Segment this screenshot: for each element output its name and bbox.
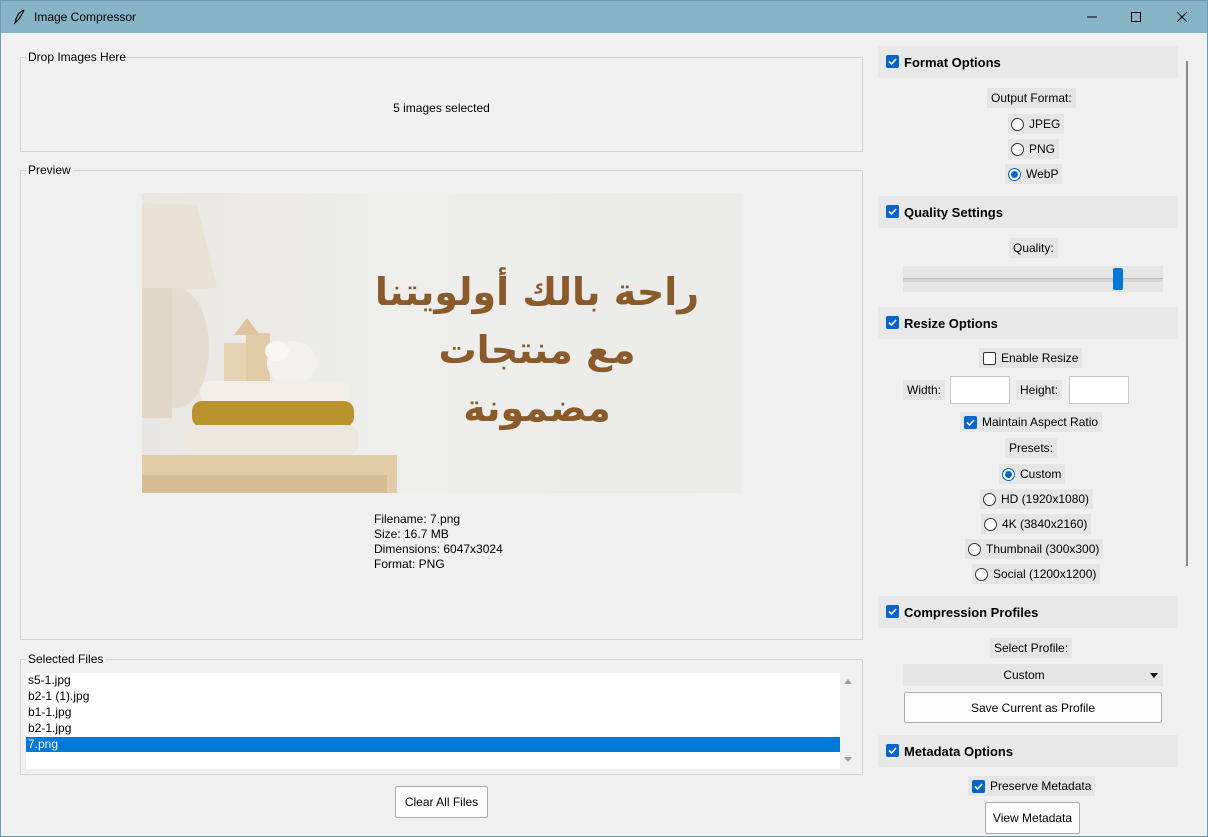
scroll-down-icon[interactable] [844, 757, 852, 762]
compression-profiles-header[interactable]: Compression Profiles [878, 596, 1178, 628]
enable-resize-checkbox[interactable]: Enable Resize [979, 348, 1083, 368]
view-metadata-button[interactable]: View Metadata [985, 802, 1080, 834]
close-button[interactable] [1159, 1, 1205, 33]
preview-image-text: راحة بالك أولويتنا مع منتجات مضمونة [372, 263, 702, 437]
preset-thumbnail-label: Thumbnail (300x300) [986, 542, 1100, 556]
select-profile-label: Select Profile: [990, 638, 1073, 658]
maximize-icon [1131, 12, 1141, 22]
quality-settings-title: Quality Settings [904, 205, 1003, 220]
radio-png-label: PNG [1029, 142, 1056, 156]
quality-slider-thumb[interactable] [1113, 268, 1123, 290]
radio-webp-indicator[interactable] [1008, 167, 1021, 181]
list-item[interactable]: b2-1.jpg [26, 721, 840, 736]
radio-png-indicator[interactable] [1011, 142, 1024, 156]
preview-label: Preview [26, 163, 73, 177]
info-filename: Filename: 7.png [374, 512, 461, 526]
preset-custom-radio[interactable]: Custom [999, 464, 1066, 484]
quality-label: Quality: [1009, 238, 1058, 258]
maintain-aspect-label: Maintain Aspect Ratio [982, 415, 1099, 429]
preset-thumbnail-radio[interactable]: Thumbnail (300x300) [965, 539, 1104, 559]
file-list-scrollbar[interactable] [840, 673, 856, 769]
list-item[interactable]: b1-1.jpg [26, 705, 840, 720]
maximize-button[interactable] [1113, 1, 1159, 33]
resize-options-header[interactable]: Resize Options [878, 307, 1178, 339]
app-window: Image Compressor Drop Images Here 5 imag… [0, 0, 1208, 837]
preview-image: راحة بالك أولويتنا مع منتجات مضمونة [142, 193, 741, 493]
format-options-toggle[interactable] [886, 55, 899, 68]
window-title: Image Compressor [34, 10, 137, 24]
metadata-options-title: Metadata Options [904, 744, 1014, 759]
preserve-metadata-indicator[interactable] [972, 779, 985, 793]
enable-resize-indicator[interactable] [983, 351, 996, 365]
close-icon [1177, 12, 1187, 22]
preset-custom-label: Custom [1020, 467, 1062, 481]
quality-slider-track [903, 278, 1163, 282]
height-label: Height: [1016, 380, 1063, 400]
resize-options-title: Resize Options [904, 316, 998, 331]
width-label: Width: [903, 380, 946, 400]
compression-profiles-title: Compression Profiles [904, 605, 1039, 620]
profile-select-value: Custom [1003, 668, 1045, 682]
drop-zone-label: Drop Images Here [26, 50, 129, 64]
minimize-icon [1087, 16, 1097, 18]
width-input[interactable] [950, 376, 1010, 404]
preset-hd-indicator[interactable] [983, 492, 996, 506]
chevron-down-icon[interactable] [1150, 673, 1158, 678]
maintain-aspect-indicator[interactable] [964, 415, 977, 429]
resize-options-toggle[interactable] [886, 316, 899, 329]
metadata-options-toggle[interactable] [886, 744, 899, 757]
drop-status: 5 images selected [393, 101, 490, 115]
list-item[interactable]: s5-1.jpg [26, 673, 840, 688]
format-options-title: Format Options [904, 55, 1001, 70]
preset-social-indicator[interactable] [975, 567, 988, 581]
profile-select[interactable]: Custom [903, 664, 1163, 686]
preserve-metadata-label: Preserve Metadata [990, 779, 1092, 793]
format-options-header[interactable]: Format Options [878, 46, 1178, 78]
preserve-metadata-checkbox[interactable]: Preserve Metadata [968, 776, 1096, 796]
options-scrollbar-thumb[interactable] [1186, 61, 1188, 566]
preview-image-line1: راحة بالك أولويتنا [374, 270, 700, 314]
save-profile-button[interactable]: Save Current as Profile [904, 692, 1162, 723]
output-format-label: Output Format: [987, 88, 1076, 108]
info-size: Size: 16.7 MB [374, 527, 449, 541]
preset-thumbnail-indicator[interactable] [968, 542, 981, 556]
minimize-button[interactable] [1069, 1, 1115, 33]
height-input[interactable] [1069, 376, 1129, 404]
clear-all-files-button[interactable]: Clear All Files [395, 786, 488, 818]
radio-webp[interactable]: WebP [1005, 164, 1063, 184]
preset-social-radio[interactable]: Social (1200x1200) [972, 564, 1101, 584]
quality-slider[interactable] [903, 266, 1163, 292]
preview-image-line2: مع منتجات مضمونة [438, 328, 636, 430]
list-item-selected[interactable]: 7.png [26, 737, 840, 752]
scroll-up-icon[interactable] [844, 679, 852, 684]
radio-jpeg[interactable]: JPEG [1008, 114, 1065, 134]
quality-settings-toggle[interactable] [886, 205, 899, 218]
preset-hd-label: HD (1920x1080) [1001, 492, 1090, 506]
radio-jpeg-indicator[interactable] [1011, 117, 1024, 131]
compression-profiles-toggle[interactable] [886, 605, 899, 618]
preset-4k-indicator[interactable] [984, 517, 997, 531]
selected-files-label: Selected Files [26, 652, 106, 666]
preset-custom-indicator[interactable] [1002, 467, 1015, 481]
radio-png[interactable]: PNG [1008, 139, 1060, 159]
metadata-options-header[interactable]: Metadata Options [878, 735, 1178, 767]
radio-jpeg-label: JPEG [1029, 117, 1061, 131]
preset-social-label: Social (1200x1200) [993, 567, 1097, 581]
info-format: Format: PNG [374, 557, 445, 571]
presets-label: Presets: [1005, 438, 1058, 458]
maintain-aspect-checkbox[interactable]: Maintain Aspect Ratio [960, 412, 1103, 432]
radio-webp-label: WebP [1026, 167, 1059, 181]
preset-hd-radio[interactable]: HD (1920x1080) [980, 489, 1094, 509]
title-bar[interactable]: Image Compressor [1, 1, 1207, 33]
file-listbox[interactable]: s5-1.jpg b2-1 (1).jpg b1-1.jpg b2-1.jpg … [26, 673, 840, 769]
preset-4k-radio[interactable]: 4K (3840x2160) [981, 514, 1092, 534]
preset-4k-label: 4K (3840x2160) [1002, 517, 1088, 531]
info-dimensions: Dimensions: 6047x3024 [374, 542, 503, 556]
quality-settings-header[interactable]: Quality Settings [878, 196, 1178, 228]
enable-resize-label: Enable Resize [1001, 351, 1079, 365]
list-item[interactable]: b2-1 (1).jpg [26, 689, 840, 704]
feather-icon [12, 9, 26, 25]
